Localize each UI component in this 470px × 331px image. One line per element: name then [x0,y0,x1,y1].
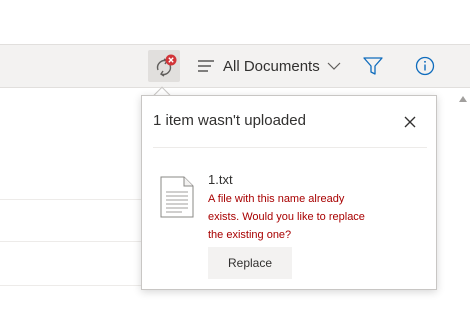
replace-button[interactable]: Replace [208,247,292,279]
view-selector-label: All Documents [223,57,320,75]
scroll-up-arrow-icon[interactable] [458,95,468,103]
callout-title: 1 item wasn't uploaded [153,112,306,129]
view-list-icon [198,60,214,72]
filter-icon [363,57,383,75]
callout-divider [153,147,427,148]
list-row-divider [0,199,150,200]
upload-error-callout: 1 item wasn't uploaded 1.txt A file with… [141,95,437,290]
close-button[interactable] [401,113,419,131]
filter-button[interactable] [362,55,384,77]
list-row-divider [0,241,150,242]
details-pane-button[interactable] [414,55,436,77]
chevron-down-icon [327,62,341,70]
sync-error-icon [156,54,177,77]
list-row-divider [0,285,150,286]
sync-status-button[interactable] [148,50,180,82]
info-icon [415,56,435,76]
close-icon [404,116,416,128]
view-selector[interactable]: All Documents [198,52,341,80]
top-bar [0,0,470,45]
text-file-icon [160,176,194,218]
file-name: 1.txt [208,172,233,187]
file-error-message: A file with this name already exists. Wo… [208,193,365,241]
